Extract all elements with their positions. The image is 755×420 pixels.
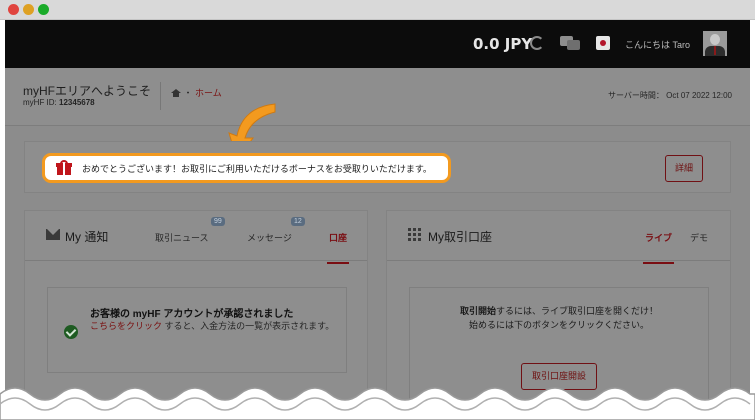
tab-demo[interactable]: デモ [690,231,708,244]
top-bar: 0.0 JPY こんにちは Taro [5,20,750,68]
check-icon [64,325,78,339]
account-id-label: myHF ID: [23,98,57,107]
bonus-message: おめでとうございます！お取引にご利用いただけるボーナスをお受取りいただけます。 [82,164,432,174]
close-window-button[interactable] [8,4,19,15]
refresh-icon[interactable] [530,36,544,50]
server-time: サーバー時間： Oct 07 2022 12:00 [608,91,732,100]
open-account-line1: するには、ライブ取引口座を開くだけ！ [496,306,659,316]
notifications-title: My 通知 [65,230,109,244]
divider [160,82,161,110]
notification-body-text: すると、入金方法の一覧が表示されます。 [164,321,335,331]
grid-icon [408,228,421,241]
detail-button[interactable]: 詳細 [665,155,703,182]
accounts-title: My取引口座 [428,230,492,244]
app-frame: 0.0 JPY こんにちは Taro myHFエリアへようこそ myHF ID:… [5,20,750,420]
tab-label: 口座 [329,233,348,243]
notifications-header: My 通知 取引ニュース 99 メッセージ 12 口座 [25,211,367,264]
tab-messages[interactable]: メッセージ 12 [247,217,305,244]
window-titlebar [0,0,755,20]
home-icon[interactable] [171,89,181,97]
balance-display: 0.0 JPY [473,35,533,53]
welcome-bar: myHFエリアへようこそ myHF ID: 12345678 ・ ホーム サーバ… [5,68,750,126]
tab-trade-news[interactable]: 取引ニュース 99 [155,217,225,244]
accounts-header: My取引口座 ライブ デモ [387,211,730,264]
tab-account[interactable]: 口座 [326,231,350,264]
bonus-banner: おめでとうございます！お取引にご利用いただけるボーナスをお受取りいただけます。 … [24,141,731,193]
account-id-value: 12345678 [59,98,95,107]
notification-title: お客様の myHF アカウントが承認されました [90,309,294,320]
tab-label: メッセージ [247,233,292,243]
breadcrumb-separator: ・ [183,88,193,98]
torn-edge [0,387,755,420]
tab-label: ライブ [645,233,673,243]
account-id: myHF ID: 12345678 [23,98,95,107]
count-badge: 12 [291,217,305,226]
open-account-text: 取引開始するには、ライブ取引口座を開くだけ！ 始めるには下のボタンをクリックくだ… [410,304,708,332]
page-title: myHFエリアへようこそ [23,84,151,98]
avatar[interactable] [703,31,727,56]
breadcrumb: ・ ホーム [171,86,222,99]
notification-body: こちらをクリック すると、入金方法の一覧が表示されます。 [90,320,340,332]
flag-icon[interactable] [596,36,610,50]
tab-live[interactable]: ライブ [642,231,675,264]
minimize-window-button[interactable] [23,4,34,15]
gift-icon [56,160,72,175]
mail-icon [46,229,60,240]
notification-card: お客様の myHF アカウントが承認されました こちらをクリック すると、入金方… [47,287,347,373]
maximize-window-button[interactable] [38,4,49,15]
click-here-link[interactable]: こちらをクリック [90,321,162,331]
bonus-highlight: おめでとうございます！お取引にご利用いただけるボーナスをお受取りいただけます。 [42,153,451,183]
user-greeting[interactable]: こんにちは Taro [625,38,690,51]
breadcrumb-home-link[interactable]: ホーム [195,88,222,98]
chat-icon[interactable] [560,36,580,50]
tab-label: 取引ニュース [155,233,209,243]
count-badge: 99 [211,217,225,226]
open-account-bold: 取引開始 [459,306,496,316]
open-account-line2: 始めるには下のボタンをクリックください。 [468,320,649,330]
tab-label: デモ [690,233,709,243]
